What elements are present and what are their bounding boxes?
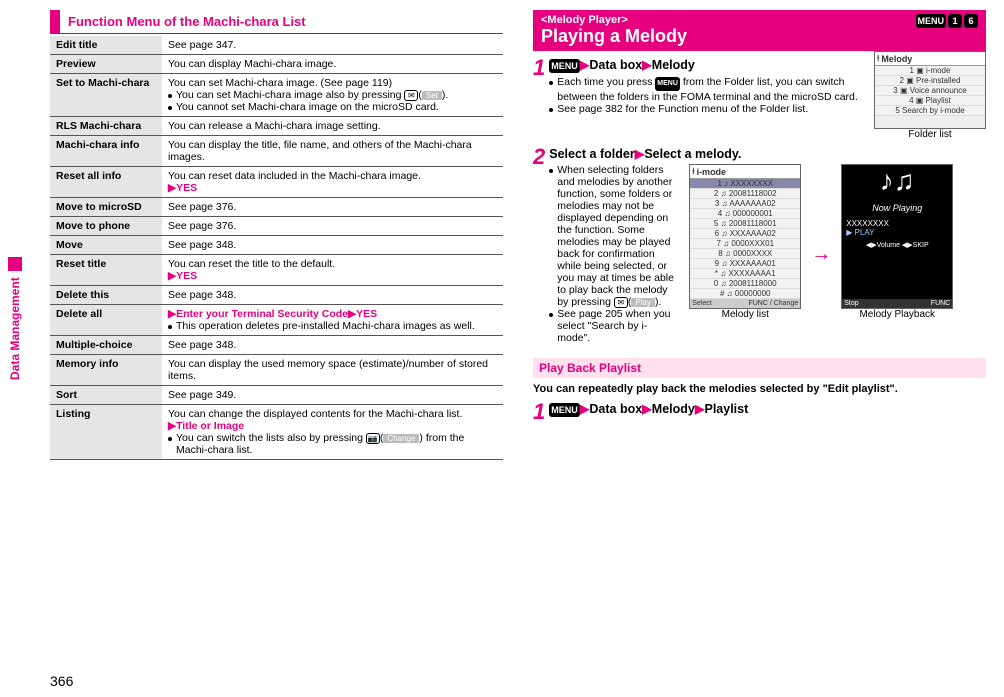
table-row: Memory infoYou can display the used memo… bbox=[50, 355, 503, 386]
step-2-title: Select a folder▶Select a melody. bbox=[549, 146, 986, 161]
antenna-icon: ⟊ bbox=[877, 53, 879, 64]
side-tab: Data Management bbox=[8, 257, 22, 380]
table-row: RLS Machi-charaYou can release a Machi-c… bbox=[50, 117, 503, 136]
step-1: 1 MENU▶Data box▶Melody Each time you pre… bbox=[533, 57, 866, 115]
play-label: Play bbox=[631, 298, 655, 307]
change-label: Change bbox=[383, 434, 419, 443]
step-2: 2 Select a folder▶Select a melody. When … bbox=[533, 146, 986, 344]
step-1-note: Each time you press MENU from the Folder… bbox=[549, 76, 866, 103]
figure-caption: Melody Playback bbox=[841, 309, 953, 320]
step-number: 1 bbox=[533, 401, 545, 423]
melody-playback-figure: ♪♫ Now Playing XXXXXXXX ▶ PLAY ◀▶Volume … bbox=[841, 164, 953, 320]
key-1-icon: 1 bbox=[948, 14, 962, 28]
table-row: Delete thisSee page 348. bbox=[50, 286, 503, 305]
melody-list-figure: ⟊i-mode 1 ♪ XXXXXXXX 2 ♫ 20081118002 3 ♫… bbox=[689, 164, 801, 320]
step-1-title: MENU▶Data box▶Melody bbox=[549, 57, 866, 73]
side-tab-marker bbox=[8, 257, 22, 271]
table-row: Move to microSDSee page 376. bbox=[50, 198, 503, 217]
table-row: ListingYou can change the displayed cont… bbox=[50, 405, 503, 460]
playback-playlist-heading: Play Back Playlist bbox=[533, 358, 986, 378]
menu-key-icon: MENU bbox=[549, 59, 580, 73]
playback-desc: You can repeatedly play back the melodie… bbox=[533, 383, 986, 395]
key-combo: MENU 1 6 bbox=[916, 14, 979, 28]
table-row: Move to phoneSee page 376. bbox=[50, 217, 503, 236]
page-number: 366 bbox=[50, 673, 73, 689]
arrow-icon: → bbox=[811, 243, 831, 266]
folder-list-figure: ⟊Melody 1 ▣ i-mode 2 ▣ Pre-installed 3 ▣… bbox=[874, 51, 986, 140]
step-1-note: See page 382 for the Function menu of th… bbox=[549, 103, 866, 115]
step-number: 2 bbox=[533, 146, 545, 344]
table-row: PreviewYou can display Machi-chara image… bbox=[50, 55, 503, 74]
table-row: Set to Machi-chara You can set Machi-cha… bbox=[50, 74, 503, 117]
feature-header: MENU 1 6 <Melody Player> Playing a Melod… bbox=[533, 10, 986, 51]
table-row: Reset all infoYou can reset data include… bbox=[50, 167, 503, 198]
menu-key-icon: MENU bbox=[655, 77, 680, 91]
antenna-icon: ⟊ bbox=[692, 166, 694, 177]
music-notes-icon: ♪♫ bbox=[880, 165, 915, 197]
figure-caption: Folder list bbox=[874, 129, 986, 140]
mail-icon: ✉ bbox=[614, 297, 628, 308]
camera-icon: 📷 bbox=[366, 433, 380, 444]
table-row: SortSee page 349. bbox=[50, 386, 503, 405]
mail-icon: ✉ bbox=[404, 90, 418, 101]
step-number: 1 bbox=[533, 57, 545, 115]
function-menu-table: Edit titleSee page 347. PreviewYou can d… bbox=[50, 36, 503, 460]
figure-caption: Melody list bbox=[689, 309, 801, 320]
playback-step-title: MENU▶Data box▶Melody▶Playlist bbox=[549, 401, 986, 417]
feature-tag: <Melody Player> bbox=[541, 14, 978, 26]
step-2-note: When selecting folders and melodies by a… bbox=[549, 164, 679, 308]
table-row: Multiple-choiceSee page 348. bbox=[50, 336, 503, 355]
left-column: Function Menu of the Machi-chara List Ed… bbox=[50, 10, 503, 642]
set-label: Set bbox=[422, 91, 442, 100]
menu-key-icon: MENU bbox=[916, 14, 947, 28]
table-row: Delete all▶Enter your Terminal Security … bbox=[50, 305, 503, 336]
key-6-icon: 6 bbox=[964, 14, 978, 28]
step-2-note: See page 205 when you select "Search by … bbox=[549, 308, 679, 344]
table-row: Edit titleSee page 347. bbox=[50, 36, 503, 55]
table-row: Machi-chara infoYou can display the titl… bbox=[50, 136, 503, 167]
feature-title: Playing a Melody bbox=[541, 26, 978, 47]
table-row: Reset titleYou can reset the title to th… bbox=[50, 255, 503, 286]
right-column: MENU 1 6 <Melody Player> Playing a Melod… bbox=[533, 10, 986, 642]
function-menu-heading: Function Menu of the Machi-chara List bbox=[50, 10, 503, 34]
playback-step-1: 1 MENU▶Data box▶Melody▶Playlist bbox=[533, 401, 986, 423]
side-tab-text: Data Management bbox=[8, 277, 22, 380]
menu-key-icon: MENU bbox=[549, 403, 580, 417]
table-row: MoveSee page 348. bbox=[50, 236, 503, 255]
